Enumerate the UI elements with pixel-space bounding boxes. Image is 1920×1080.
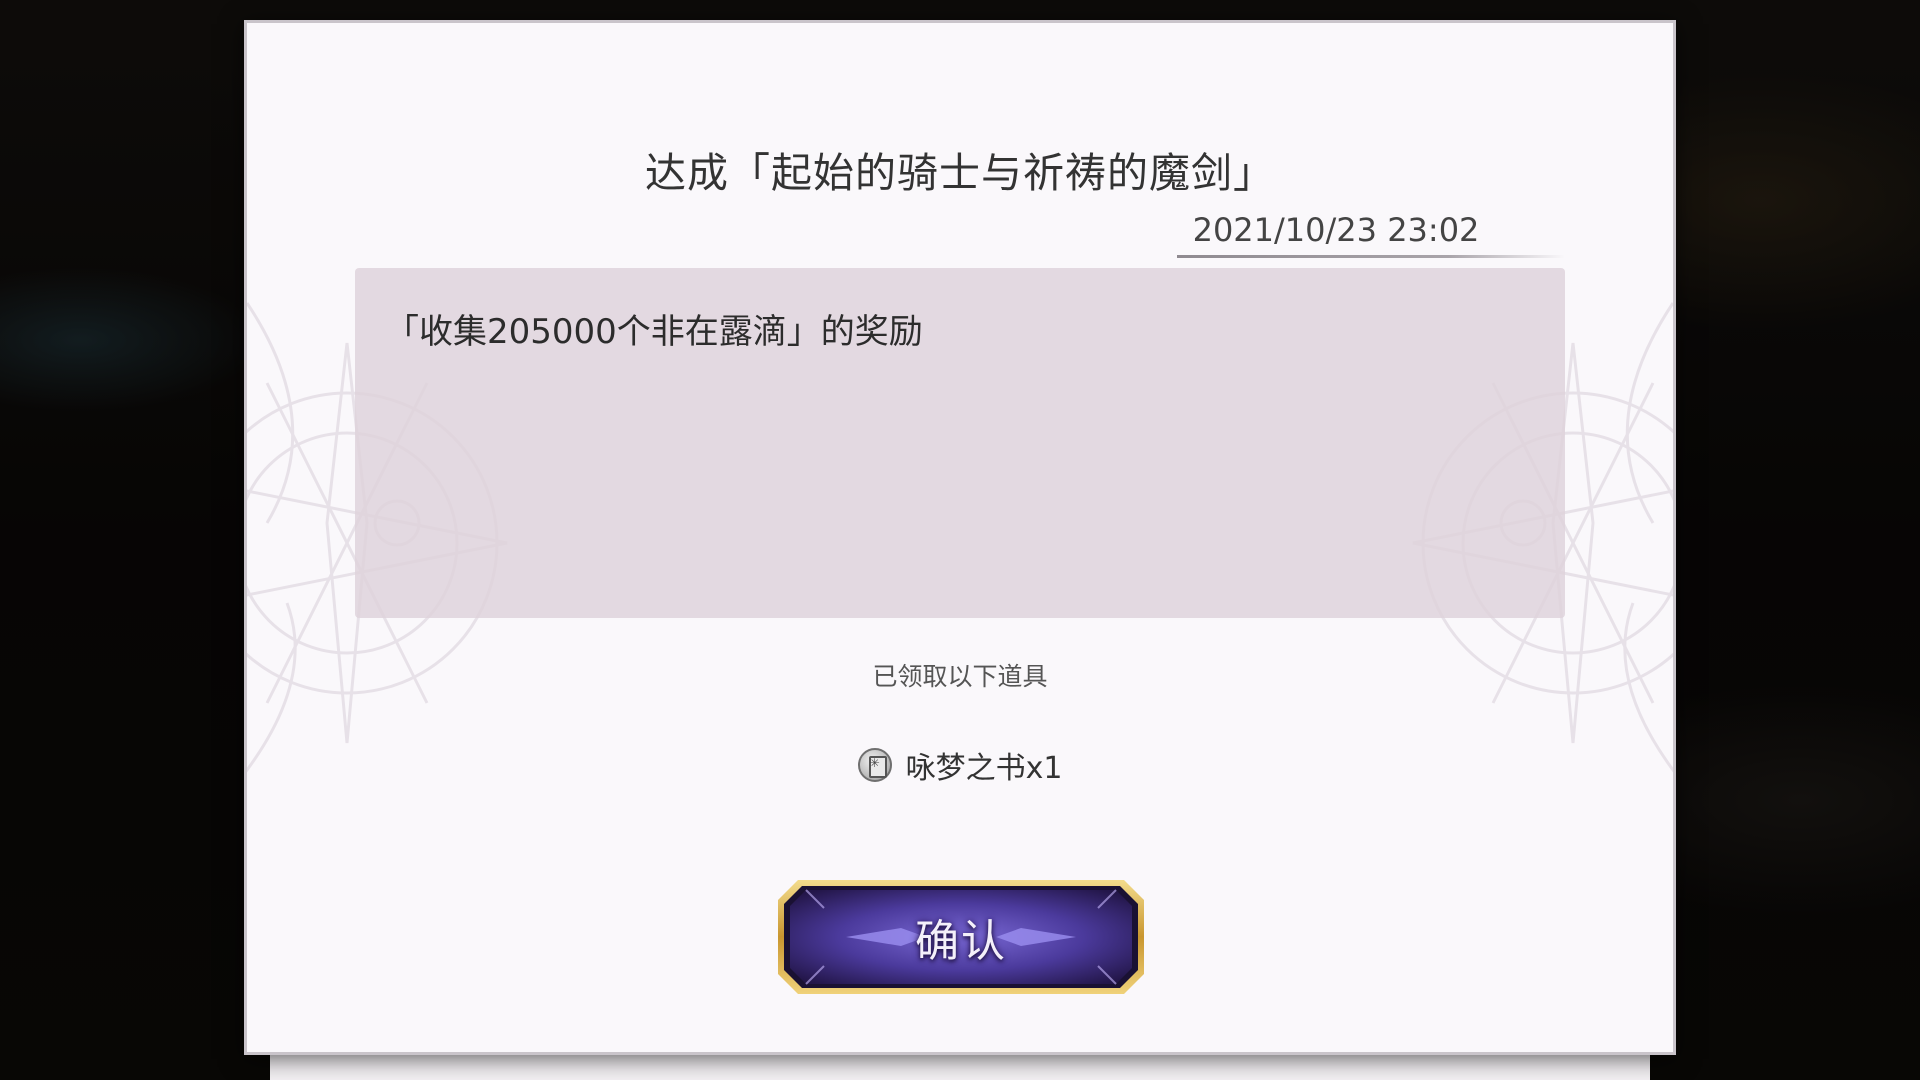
timestamp-text: 2021/10/23 23:02 <box>1192 211 1480 249</box>
reward-item: 咏梦之书x1 <box>247 743 1673 787</box>
timestamp: 2021/10/23 23:02 <box>1177 211 1565 259</box>
message-box: 「收集205000个非在露滴」的奖励 <box>355 268 1565 618</box>
timestamp-underline <box>1177 255 1565 258</box>
reward-item-name: 咏梦之书x1 <box>905 751 1063 786</box>
book-icon <box>857 748 892 782</box>
underlying-panel-edge <box>270 1052 1650 1080</box>
game-background: 达成「起始的骑士与祈祷的魔剑」 2021/10/23 23:02 「收集2050… <box>0 0 1920 1080</box>
dialog-title: 达成「起始的骑士与祈祷的魔剑」 <box>645 149 1275 197</box>
confirm-button-label: 确认 <box>915 916 1007 967</box>
received-items-label: 已领取以下道具 <box>872 662 1048 691</box>
reward-dialog: 达成「起始的骑士与祈祷的魔剑」 2021/10/23 23:02 「收集2050… <box>244 20 1676 1055</box>
confirm-button[interactable]: 确认 <box>776 878 1146 996</box>
message-text: 「收集205000个非在露滴」的奖励 <box>385 312 923 352</box>
